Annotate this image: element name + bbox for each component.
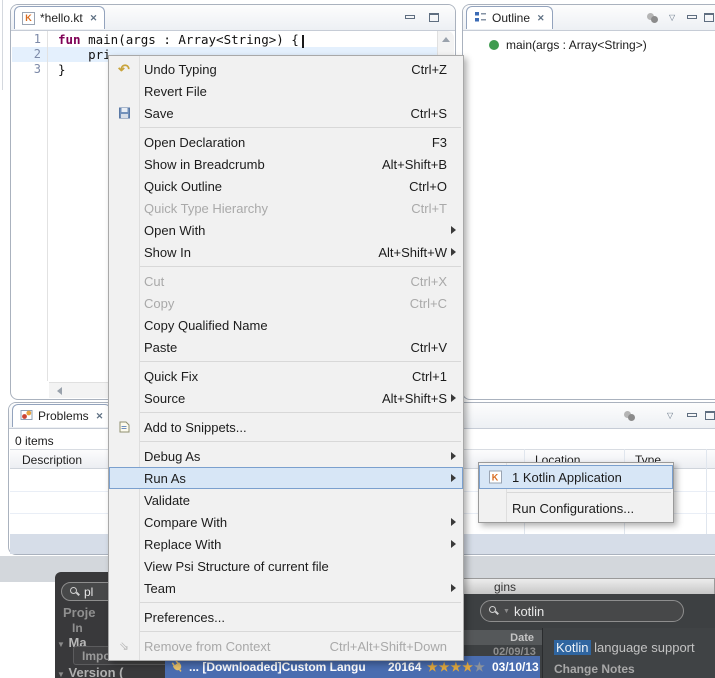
menu-item-source[interactable]: SourceAlt+Shift+S [109,387,463,409]
text-cursor [302,35,304,48]
problems-icon [20,408,33,424]
menu-item-view-psi-structure[interactable]: View Psi Structure of current file [109,555,463,577]
search-icon [489,606,499,616]
background-window-edge [2,0,3,90]
view-menu-icon[interactable]: ▽ [667,412,673,420]
close-icon[interactable]: ✕ [90,13,98,24]
view-menu-icon[interactable]: ▽ [669,14,675,22]
scroll-up-icon[interactable] [442,37,450,42]
save-icon [114,107,134,120]
plugin-change-notes-label: Change Notes [554,662,635,676]
menu-item-remove-from-context: ⇘ Remove from ContextCtrl+Alt+Shift+Down [109,635,463,657]
public-method-icon [489,40,499,50]
line-number: 3 [17,62,41,77]
plugins-dialog-title: gins [494,580,516,594]
collapse-triangle-icon: ▼ [57,670,65,678]
close-icon[interactable]: ✕ [96,411,104,422]
minimize-icon[interactable] [687,413,697,417]
outline-view: Outline ✕ ▽ main(args : Array<String>) [462,4,715,400]
background-version-label: ▼ Version ( [57,665,123,678]
tab-hello-kt[interactable]: K *hello.kt ✕ [14,6,105,29]
menu-item-quick-outline[interactable]: Quick OutlineCtrl+O [109,175,463,197]
menu-item-cut: CutCtrl+X [109,270,463,292]
problems-count: 0 items [15,434,54,448]
line-number: 1 [17,32,41,47]
menu-separator [140,441,461,442]
menu-item-save[interactable]: SaveCtrl+S [109,102,463,124]
plugin-row-rating: ★★★★★ [427,660,486,674]
plugin-row-downloads: 20164 [388,660,421,674]
menu-item-validate[interactable]: Validate [109,489,463,511]
menu-item-compare-with[interactable]: Compare With [109,511,463,533]
undo-icon: ↶ [114,62,134,76]
plugins-dialog-titlebar[interactable]: gins [443,578,715,594]
outline-icon [474,10,487,26]
menu-separator [140,631,461,632]
menu-item-revert-file[interactable]: Revert File [109,80,463,102]
menu-separator [140,602,461,603]
menu-separator [140,127,461,128]
menu-item-run-as[interactable]: Run As [109,467,463,489]
menu-item-quick-type-hierarchy: Quick Type HierarchyCtrl+T [109,197,463,219]
minimize-icon[interactable] [687,15,697,19]
kotlin-file-icon: K [22,12,35,25]
menu-item-open-with[interactable]: Open With [109,219,463,241]
menu-item-show-in[interactable]: Show InAlt+Shift+W [109,241,463,263]
menu-item-replace-with[interactable]: Replace With [109,533,463,555]
kotlin-file-icon: K [485,471,505,484]
menu-separator [140,412,461,413]
editor-context-menu: ↶ Undo TypingCtrl+Z Revert File SaveCtrl… [108,55,464,661]
outline-member-label: main(args : Array<String>) [506,38,647,52]
menu-item-paste[interactable]: PasteCtrl+V [109,336,463,358]
eclipse-workbench: pl Proje In ▼ Ma Impor ▼ Version ( gins … [0,0,715,678]
run-as-submenu: K 1 Kotlin Application Run Configuration… [478,462,674,523]
code-line-2[interactable]: pri [58,47,111,62]
menu-separator [507,492,671,493]
tab-problems[interactable]: Problems ✕ [12,404,111,427]
menu-item-add-to-snippets[interactable]: Add to Snippets... [109,416,463,438]
snippets-icon [114,421,134,434]
line-number-gutter: 1 2 3 [12,31,48,381]
tab-outline[interactable]: Outline ✕ [466,6,553,29]
menu-item-debug-as[interactable]: Debug As [109,445,463,467]
background-in-label: In [72,621,83,635]
menu-item-team[interactable]: Team [109,577,463,599]
menu-item-copy-qualified-name[interactable]: Copy Qualified Name [109,314,463,336]
plugin-details-title: Kotlin language support [554,640,695,655]
code-line-3[interactable]: } [58,62,66,77]
menu-item-quick-fix[interactable]: Quick FixCtrl+1 [109,365,463,387]
minimize-icon[interactable] [405,15,415,19]
code-line-1[interactable]: fun main(args : Array<String>) { [58,32,299,47]
column-description[interactable]: Description [22,453,82,467]
outline-member-main[interactable]: main(args : Array<String>) [489,38,647,52]
collapse-triangle-icon: ▼ [57,640,65,649]
problems-tab-label: Problems [38,409,89,423]
maximize-icon[interactable] [704,13,714,22]
remove-from-context-icon: ⇘ [114,640,134,652]
menu-item-copy: CopyCtrl+C [109,292,463,314]
submenu-item-kotlin-application[interactable]: K 1 Kotlin Application [479,465,673,489]
menu-separator [140,361,461,362]
plugin-row-name: ... [Downloaded]Custom Langu [189,660,366,674]
menu-item-open-declaration[interactable]: Open DeclarationF3 [109,131,463,153]
background-project-label: Proje [63,605,96,620]
menu-separator [140,266,461,267]
line-number: 2 [17,47,41,62]
scroll-left-icon[interactable] [57,387,62,395]
search-icon [70,587,80,597]
plugin-row-date: 03/10/13 [492,660,539,674]
outline-tab-label: Outline [492,11,530,25]
menu-item-preferences[interactable]: Preferences... [109,606,463,628]
maximize-icon[interactable] [705,411,715,420]
close-icon[interactable]: ✕ [537,13,545,24]
column-divider[interactable] [706,449,707,535]
submenu-item-run-configurations[interactable]: Run Configurations... [479,496,673,520]
plugins-search-field[interactable]: ▼ kotlin [480,600,684,622]
maximize-icon[interactable] [429,13,439,22]
plugin-icon [171,660,184,676]
menu-item-show-in-breadcrumb[interactable]: Show in BreadcrumbAlt+Shift+B [109,153,463,175]
editor-tab-label: *hello.kt [40,11,83,25]
chevron-down-icon: ▼ [503,608,510,615]
menu-item-undo-typing[interactable]: ↶ Undo TypingCtrl+Z [109,58,463,80]
